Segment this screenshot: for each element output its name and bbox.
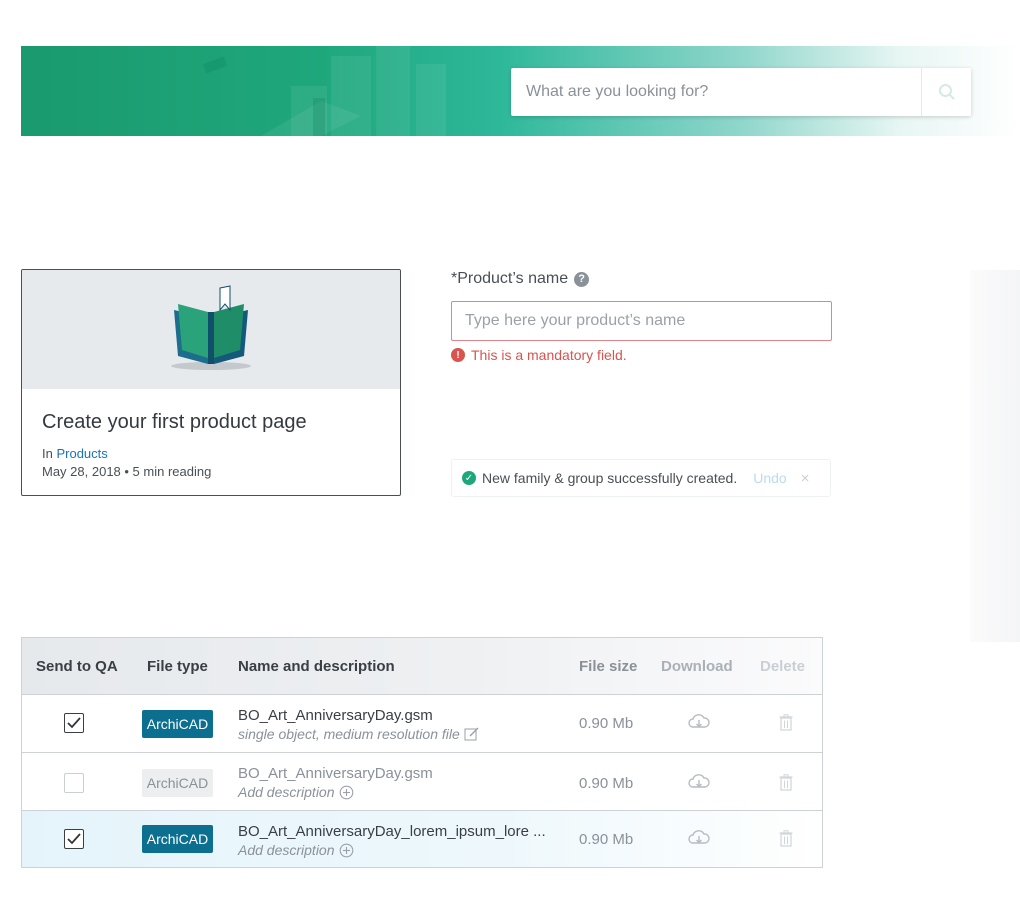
card-title: Create your first product page (42, 411, 307, 433)
file-name: BO_Art_AnniversaryDay.gsm (238, 707, 433, 724)
trash-icon (779, 714, 793, 731)
error-icon: ! (451, 348, 465, 362)
success-toast: ✓ New family & group successfully create… (451, 459, 831, 497)
city-illustration (202, 46, 446, 136)
card-meta: May 28, 2018 • 5 min reading (42, 464, 212, 479)
col-send-to-qa: Send to QA (36, 657, 118, 675)
file-type-badge: ArchiCAD (142, 825, 213, 853)
col-delete: Delete (760, 657, 806, 675)
help-icon[interactable]: ? (574, 271, 590, 287)
trash-icon (779, 830, 793, 847)
close-icon[interactable]: × (801, 470, 810, 487)
cloud-download-icon (688, 774, 710, 788)
table-row: ArchiCAD BO_Art_AnniversaryDay.gsm singl… (22, 695, 822, 753)
col-name: Name and description (238, 657, 395, 675)
file-info: BO_Art_AnniversaryDay.gsm single object,… (238, 707, 480, 742)
files-table: Send to QA File type Name and descriptio… (21, 637, 823, 868)
table-header: Send to QA File type Name and descriptio… (22, 638, 822, 695)
edit-icon[interactable] (464, 727, 480, 741)
download-button[interactable] (688, 773, 710, 796)
file-size: 0.90 Mb (579, 775, 634, 792)
error-text: This is a mandatory field. (471, 347, 627, 363)
col-file-type: File type (147, 657, 208, 675)
table-row: ArchiCAD BO_Art_AnniversaryDay_lorem_ips… (22, 811, 822, 867)
add-description-button[interactable]: Add description (238, 784, 433, 800)
product-guide-card[interactable]: Create your first product page In Produc… (21, 269, 401, 496)
card-media (22, 270, 400, 389)
file-info: BO_Art_AnniversaryDay_lorem_ipsum_lore .… (238, 823, 546, 858)
search-icon (938, 84, 955, 100)
product-name-input[interactable] (451, 301, 832, 341)
card-category: In Products (42, 445, 380, 463)
table-row: ArchiCAD BO_Art_AnniversaryDay.gsm Add d… (22, 753, 822, 811)
cloud-download-icon (688, 830, 710, 844)
file-type-badge: ArchiCAD (142, 710, 213, 738)
download-button[interactable] (688, 829, 710, 852)
product-name-label-text: *Product’s name (451, 270, 569, 287)
file-type-badge: ArchiCAD (142, 769, 213, 797)
col-download: Download (661, 657, 733, 675)
error-message: ! This is a mandatory field. (451, 347, 627, 363)
toast-message: New family & group successfully created. (482, 470, 738, 486)
plus-circle-icon (339, 843, 353, 857)
product-name-label: *Product’s name ? (451, 270, 590, 288)
card-body: Create your first product page In Produc… (22, 389, 400, 481)
file-size: 0.90 Mb (579, 831, 634, 848)
file-name: BO_Art_AnniversaryDay.gsm (238, 765, 433, 782)
send-to-qa-checkbox[interactable] (64, 829, 84, 849)
category-link[interactable]: Products (56, 446, 107, 461)
faded-side-panel (970, 270, 1020, 642)
checkmark-icon (67, 833, 81, 845)
add-description-text: Add description (238, 784, 335, 800)
category-prefix: In (42, 446, 53, 461)
add-description-text: Add description (238, 842, 335, 858)
send-to-qa-checkbox[interactable] (64, 773, 84, 793)
file-description-text: single object, medium resolution file (238, 726, 460, 742)
send-to-qa-checkbox[interactable] (64, 713, 84, 733)
undo-link[interactable]: Undo (753, 470, 786, 486)
cloud-download-icon (688, 714, 710, 728)
delete-button[interactable] (779, 774, 793, 796)
file-info: BO_Art_AnniversaryDay.gsm Add descriptio… (238, 765, 433, 800)
checkmark-icon (67, 717, 81, 729)
delete-button[interactable] (779, 714, 793, 736)
check-circle-icon: ✓ (462, 471, 476, 485)
search-input[interactable] (511, 68, 921, 116)
search-bar (511, 68, 971, 116)
plus-circle-icon (339, 785, 353, 799)
file-name: BO_Art_AnniversaryDay_lorem_ipsum_lore .… (238, 823, 546, 840)
delete-button[interactable] (779, 830, 793, 852)
trash-icon (779, 774, 793, 791)
download-button[interactable] (688, 713, 710, 736)
open-book-icon (171, 284, 251, 370)
col-file-size: File size (579, 657, 638, 675)
search-button[interactable] (921, 68, 971, 116)
file-size: 0.90 Mb (579, 715, 634, 732)
add-description-button[interactable]: Add description (238, 842, 546, 858)
file-description[interactable]: single object, medium resolution file (238, 726, 480, 742)
